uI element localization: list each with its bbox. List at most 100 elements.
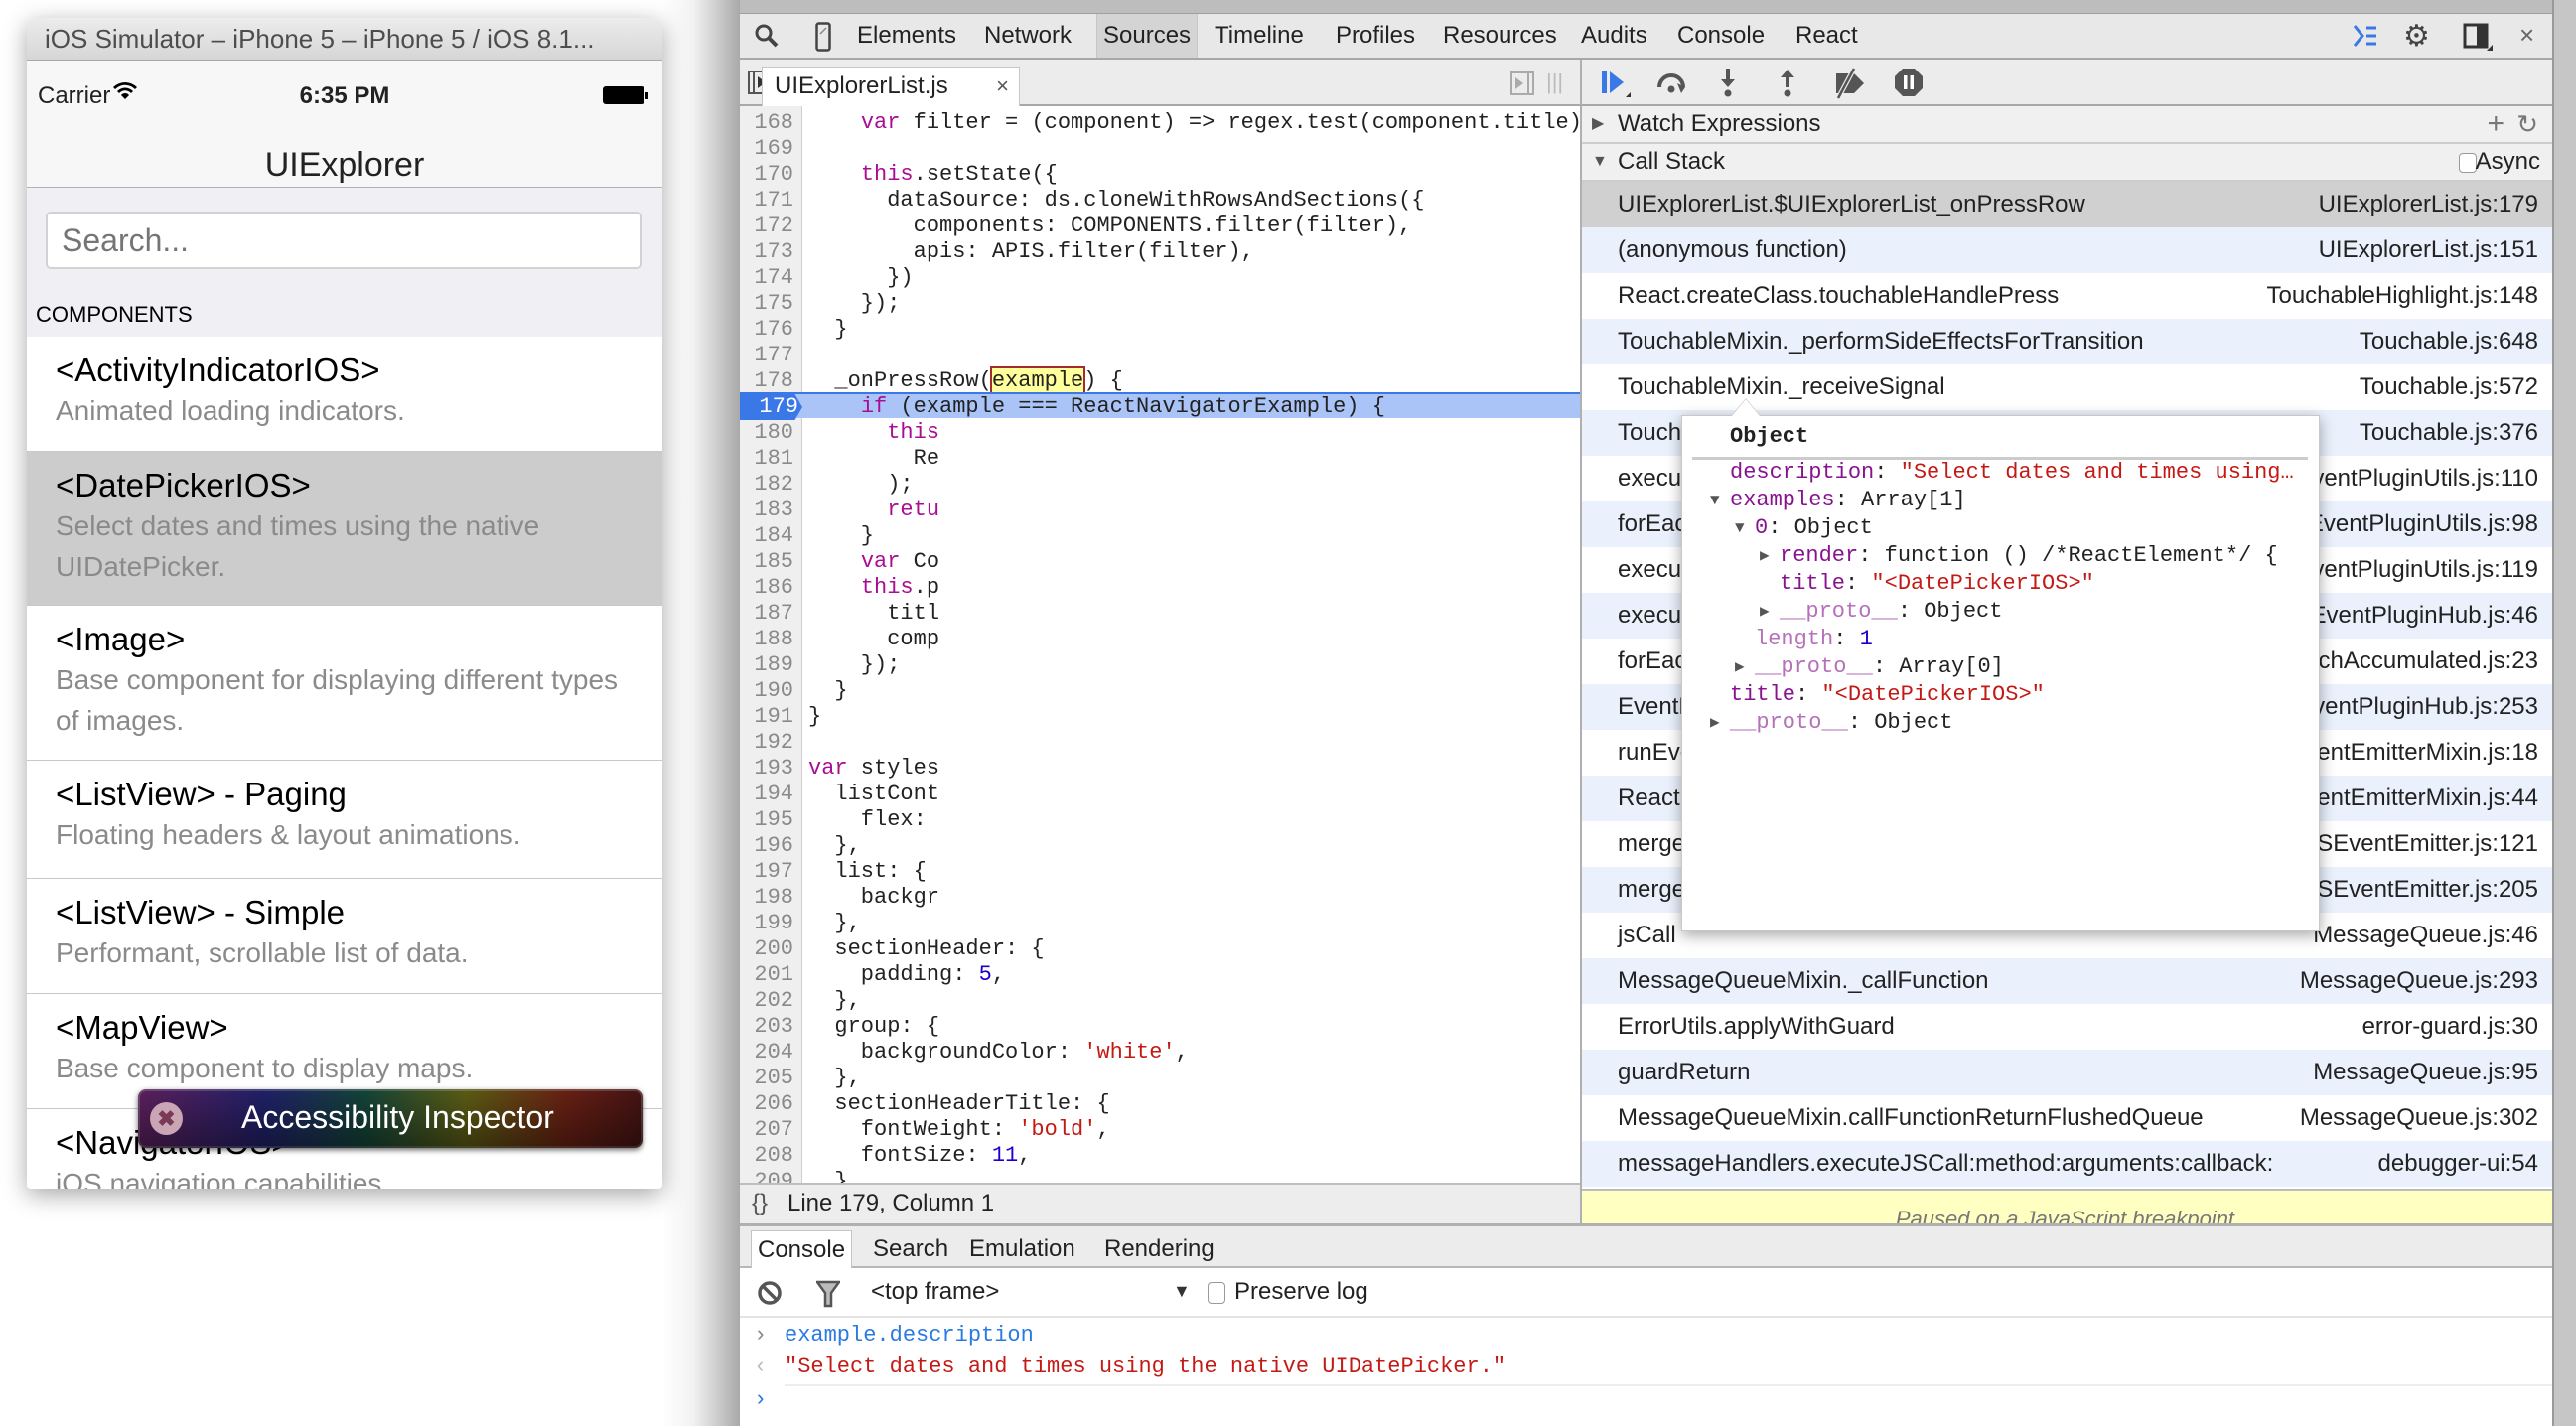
deactivate-breakpoints-icon[interactable] (1832, 67, 1868, 103)
step-into-icon[interactable] (1719, 68, 1737, 101)
simulator-title-bar[interactable]: iOS Simulator – iPhone 5 – iPhone 5 / iO… (27, 18, 662, 61)
popover-property[interactable]: ▶ __proto__: Object (1760, 598, 2002, 626)
line-number[interactable]: 198 (740, 885, 797, 911)
frame-location[interactable]: EventPluginHub.js:253 (2297, 684, 2538, 730)
line-number[interactable]: 179 (740, 394, 802, 420)
resize-handle-icon[interactable]: ||| (1546, 71, 1563, 93)
line-number[interactable]: 171 (740, 188, 797, 214)
frame-location[interactable]: error-guard.js:30 (2362, 1004, 2538, 1050)
call-frame[interactable]: UIExplorerList.$UIExplorerList_onPressRo… (1582, 182, 2552, 227)
drawer-tab-emulation[interactable]: Emulation (963, 1230, 1081, 1269)
search-input[interactable] (46, 212, 642, 269)
drawer-tab-rendering[interactable]: Rendering (1098, 1230, 1220, 1269)
clear-console-icon[interactable] (757, 1280, 783, 1310)
frame-location[interactable]: TouchableHighlight.js:148 (2266, 273, 2538, 319)
call-frame[interactable]: TouchableMixin._receiveSignal Touchable.j… (1582, 364, 2552, 410)
async-checkbox[interactable] (2459, 153, 2477, 173)
list-item[interactable]: <ActivityIndicatorIOS> Animated loading i… (27, 337, 662, 452)
drawer-tab-search[interactable]: Search (867, 1230, 954, 1269)
line-number[interactable]: 199 (740, 911, 797, 936)
line-number[interactable]: 180 (740, 420, 797, 446)
line-number[interactable]: 209 (740, 1169, 797, 1183)
tab-audits[interactable]: Audits (1575, 14, 1653, 58)
frame-location[interactable]: Touchable.js:572 (2360, 364, 2538, 410)
tab-timeline[interactable]: Timeline (1209, 14, 1310, 58)
call-frame[interactable]: (anonymous function) UIExplorerList.js:15… (1582, 227, 2552, 273)
call-frame[interactable]: guardReturn MessageQueue.js:95 (1582, 1050, 2552, 1095)
line-number[interactable]: 169 (740, 136, 797, 162)
call-frame[interactable]: React.createClass.touchableHandlePress To… (1582, 273, 2552, 319)
popover-property[interactable]: ▼ 0: Object (1735, 514, 1873, 542)
popover-property[interactable]: ▶ __proto__: Array[0] (1735, 653, 2004, 681)
frame-location[interactable]: debugger-ui:54 (2378, 1141, 2538, 1187)
watch-expressions-header[interactable]: ▶ Watch Expressions + ↻ (1582, 106, 2552, 144)
line-number[interactable]: 184 (740, 523, 797, 549)
frame-location[interactable]: EventPluginUtils.js:98 (2308, 501, 2538, 547)
call-stack-header[interactable]: ▼ Call Stack Async (1582, 144, 2552, 182)
console-prompt[interactable]: › (754, 1385, 767, 1415)
dock-side-icon[interactable] (2463, 23, 2493, 55)
line-number[interactable]: 168 (740, 110, 797, 136)
tab-network[interactable]: Network (978, 14, 1077, 58)
popover-property[interactable]: ▼ examples: Array[1] (1710, 487, 1966, 514)
line-number[interactable]: 190 (740, 678, 797, 704)
line-number[interactable]: 182 (740, 472, 797, 498)
call-frame[interactable]: MessageQueueMixin.callFunctionReturnFlus… (1582, 1095, 2552, 1141)
frame-location[interactable]: MessageQueue.js:95 (2313, 1050, 2538, 1095)
line-number[interactable]: 201 (740, 962, 797, 988)
call-frame[interactable]: MessageQueueMixin._callFunction MessageQu… (1582, 958, 2552, 1004)
console-messages[interactable]: › example.description ‹ "Select dates an… (740, 1318, 2552, 1426)
accessibility-inspector-pill[interactable]: ✖ Accessibility Inspector (138, 1089, 643, 1148)
line-number[interactable]: 194 (740, 782, 797, 807)
frame-location[interactable]: MessageQueue.js:293 (2300, 958, 2538, 1004)
tab-sources[interactable]: Sources (1096, 14, 1199, 58)
popover-property[interactable]: ▶ __proto__: Object (1710, 709, 1952, 737)
line-number[interactable]: 178 (740, 368, 797, 394)
collapsed-triangle-icon[interactable]: ▶ (1760, 542, 1770, 570)
line-number[interactable]: 200 (740, 936, 797, 962)
line-number[interactable]: 202 (740, 988, 797, 1014)
line-number[interactable]: 205 (740, 1066, 797, 1091)
line-number[interactable]: 186 (740, 575, 797, 601)
expanded-triangle-icon[interactable]: ▼ (1735, 514, 1745, 542)
pretty-print-icon[interactable]: {} (752, 1185, 768, 1222)
expanded-triangle-icon[interactable]: ▼ (1710, 487, 1720, 514)
frame-location[interactable]: MessageQueue.js:302 (2300, 1095, 2538, 1141)
frame-location[interactable]: Touchable.js:376 (2360, 410, 2538, 456)
device-mode-icon[interactable] (815, 22, 831, 56)
line-number[interactable]: 170 (740, 162, 797, 188)
tab-elements[interactable]: Elements (851, 14, 962, 58)
line-number[interactable]: 192 (740, 730, 797, 756)
line-number[interactable]: 193 (740, 756, 797, 782)
line-number[interactable]: 187 (740, 601, 797, 627)
drawer-toggle-icon[interactable] (2352, 23, 2379, 53)
frame-select[interactable]: <top frame> (871, 1278, 999, 1306)
call-frame[interactable]: ErrorUtils.applyWithGuard error-guard.js:… (1582, 1004, 2552, 1050)
line-number[interactable]: 175 (740, 291, 797, 317)
frame-location[interactable]: UIExplorerList.js:179 (2319, 182, 2538, 227)
line-number[interactable]: 195 (740, 807, 797, 833)
line-number[interactable]: 177 (740, 343, 797, 368)
line-number[interactable]: 204 (740, 1040, 797, 1066)
call-frame[interactable]: TouchableMixin._performSideEffectsForTra… (1582, 319, 2552, 364)
collapsed-triangle-icon[interactable]: ▶ (1735, 653, 1745, 681)
tab-profiles[interactable]: Profiles (1330, 14, 1421, 58)
line-number[interactable]: 172 (740, 214, 797, 239)
line-number[interactable]: 208 (740, 1143, 797, 1169)
gear-icon[interactable]: ⚙ (2403, 22, 2430, 52)
dropdown-arrow-icon[interactable]: ▼ (1173, 1281, 1191, 1302)
close-icon[interactable]: × (2519, 22, 2534, 48)
resume-icon[interactable] (1600, 70, 1634, 103)
line-number[interactable]: 185 (740, 549, 797, 575)
close-tab-icon[interactable]: × (996, 68, 1009, 105)
line-number[interactable]: 173 (740, 239, 797, 265)
drawer-tab-console[interactable]: Console (751, 1230, 853, 1269)
preserve-log-checkbox[interactable] (1208, 1282, 1225, 1304)
line-number[interactable]: 196 (740, 833, 797, 859)
frame-location[interactable]: EventPluginHub.js:46 (2311, 593, 2538, 639)
line-number[interactable]: 197 (740, 859, 797, 885)
step-over-icon[interactable] (1655, 70, 1689, 99)
search-icon[interactable] (754, 23, 780, 53)
frame-location[interactable]: EventPluginUtils.js:110 (2296, 456, 2538, 501)
frame-location[interactable]: UIExplorerList.js:151 (2319, 227, 2538, 273)
